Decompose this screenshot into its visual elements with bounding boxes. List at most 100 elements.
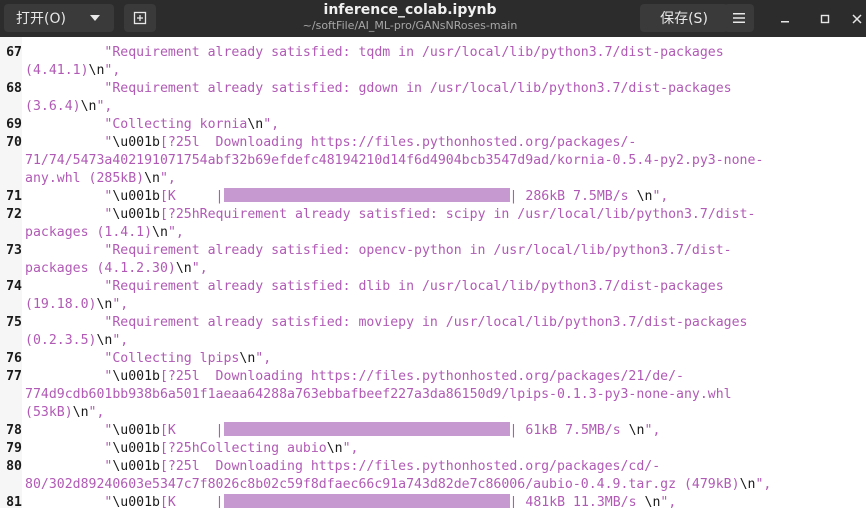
line-code: packages (4.1.2.30)\n", — [25, 260, 208, 278]
escape-sequence: \u001b — [112, 423, 160, 438]
string-text: packages (4.1.2.30) — [25, 261, 176, 276]
line-code: "\u001b[K | | 481kB 11.3MB/s \n", — [25, 494, 676, 508]
string-text: ", — [660, 495, 677, 508]
string-text: ", — [167, 225, 184, 240]
code-line: (19.18.0)\n", — [0, 296, 866, 314]
code-line: 774d9cdb601bb938b6a501f1aeaa64288a763ebb… — [0, 386, 866, 404]
string-text: (4.41.1) — [25, 63, 89, 78]
code-line: 77 "\u001b[?25l Downloading https://file… — [0, 368, 866, 386]
code-line: 68 "Requirement already satisfied: gdown… — [0, 80, 866, 98]
hamburger-menu-icon — [733, 13, 745, 23]
progress-bar — [223, 494, 510, 508]
code-line: 71/74/5473a402191071754abf32b69efdefc481… — [0, 152, 866, 170]
line-number: 69 — [6, 117, 22, 132]
string-text: "Requirement already satisfied: moviepy … — [25, 315, 748, 330]
escape-sequence: \u001b — [112, 495, 160, 508]
string-text: [?25l Downloading https://files.pythonho… — [159, 135, 637, 150]
string-text: ", — [96, 99, 113, 114]
line-code: "\u001b[?25hCollecting aubio\n", — [25, 440, 359, 458]
string-text: 774d9cdb601bb938b6a501f1aeaa64288a763ebb… — [25, 387, 732, 402]
new-document-button[interactable] — [124, 4, 156, 32]
line-code: packages (1.4.1)\n", — [25, 224, 184, 242]
line-number: 76 — [6, 351, 22, 366]
line-code: "\u001b[K | | 286kB 7.5MB/s \n", — [25, 188, 668, 206]
escape-sequence: \n — [80, 99, 97, 114]
code-line: 72 "\u001b[?25hRequirement already satis… — [0, 206, 866, 224]
escape-sequence: \u001b — [112, 189, 160, 204]
header-bar: 打开(O) inference_colab.ipynb ~/softFile/A… — [0, 0, 866, 37]
line-code: "\u001b[?25l Downloading https://files.p… — [25, 458, 660, 476]
line-code: "Requirement already satisfied: dlib in … — [25, 278, 723, 296]
escape-sequence: \u001b — [112, 207, 160, 222]
string-text: " — [25, 189, 113, 204]
line-code: (4.41.1)\n", — [25, 62, 120, 80]
escape-sequence: \n — [88, 63, 105, 78]
string-text: ", — [104, 63, 121, 78]
escape-sequence: \u001b — [112, 135, 160, 150]
string-text: ", — [652, 189, 669, 204]
line-number: 71 — [6, 189, 22, 204]
text-editor-area[interactable]: 67 "Requirement already satisfied: tqdm … — [0, 37, 866, 508]
escape-sequence: \n — [326, 441, 343, 456]
string-text: [?25hCollecting aubio — [159, 441, 327, 456]
open-button[interactable]: 打开(O) — [4, 4, 114, 32]
chevron-down-icon[interactable] — [90, 15, 100, 21]
string-text: ", — [191, 261, 208, 276]
string-text: "Requirement already satisfied: gdown in… — [25, 81, 732, 96]
minimize-button[interactable] — [774, 8, 796, 30]
code-line: 80 "\u001b[?25l Downloading https://file… — [0, 458, 866, 476]
line-code: "Requirement already satisfied: gdown in… — [25, 80, 732, 98]
escape-sequence: \n — [152, 225, 168, 240]
line-code: "\u001b[?25l Downloading https://files.p… — [25, 368, 684, 386]
escape-sequence: \n — [72, 405, 89, 420]
line-number: 74 — [6, 279, 22, 294]
code-line: 81 "\u001b[K | | 481kB 11.3MB/s \n", — [0, 494, 866, 508]
code-line: packages (1.4.1)\n", — [0, 224, 866, 242]
line-code: (0.2.3.5)\n", — [25, 332, 128, 350]
string-text: " — [25, 495, 113, 508]
close-button[interactable] — [848, 8, 866, 30]
code-line: 70 "\u001b[?25l Downloading https://file… — [0, 134, 866, 152]
string-text: " — [25, 207, 113, 222]
line-number: 70 — [6, 135, 22, 150]
string-text: " — [25, 423, 113, 438]
escape-sequence: \n — [739, 477, 756, 492]
string-text: ", — [263, 117, 280, 132]
menu-button[interactable] — [724, 4, 754, 32]
line-code: 71/74/5473a402191071754abf32b69efdefc481… — [25, 152, 763, 170]
line-number: 78 — [6, 423, 22, 438]
string-text: | 286kB 7.5MB/s — [509, 189, 637, 204]
escape-sequence: \n — [239, 351, 256, 366]
new-document-icon — [133, 11, 147, 25]
document-path: ~/softFile/AI_ML-pro/GANsNRoses-main — [302, 19, 518, 32]
escape-sequence: \n — [628, 423, 645, 438]
line-code: (19.18.0)\n", — [25, 296, 128, 314]
string-text: [K | — [159, 423, 224, 438]
escape-sequence: \u001b — [112, 459, 160, 474]
line-code: "Requirement already satisfied: opencv-p… — [25, 242, 731, 260]
string-text: ", — [755, 477, 772, 492]
line-number: 67 — [6, 45, 22, 60]
code-line: 80/302d89240603e5347c7f8026c8b02c59f8dfa… — [0, 476, 866, 494]
progress-bar — [223, 422, 510, 436]
string-text: [?25l Downloading https://files.pythonho… — [159, 459, 661, 474]
string-text: ", — [255, 351, 272, 366]
string-text: | 481kB 11.3MB/s — [509, 495, 645, 508]
code-line: packages (4.1.2.30)\n", — [0, 260, 866, 278]
escape-sequence: \n — [636, 189, 653, 204]
line-code: any.whl (285kB)\n", — [25, 170, 176, 188]
string-text: "Collecting lpips — [25, 351, 240, 366]
string-text: | 61kB 7.5MB/s — [509, 423, 629, 438]
line-number: 72 — [6, 207, 22, 222]
code-line: 71 "\u001b[K | | 286kB 7.5MB/s \n", — [0, 188, 866, 206]
code-line: (4.41.1)\n", — [0, 62, 866, 80]
code-line: 79 "\u001b[?25hCollecting aubio\n", — [0, 440, 866, 458]
line-code: (53kB)\n", — [25, 404, 104, 422]
maximize-button[interactable] — [814, 8, 836, 30]
string-text: ", — [159, 171, 176, 186]
line-number: 80 — [6, 459, 22, 474]
string-text: ", — [342, 441, 359, 456]
save-button[interactable]: 保存(S) — [640, 4, 728, 32]
code-line: 74 "Requirement already satisfied: dlib … — [0, 278, 866, 296]
string-text: " — [25, 441, 113, 456]
